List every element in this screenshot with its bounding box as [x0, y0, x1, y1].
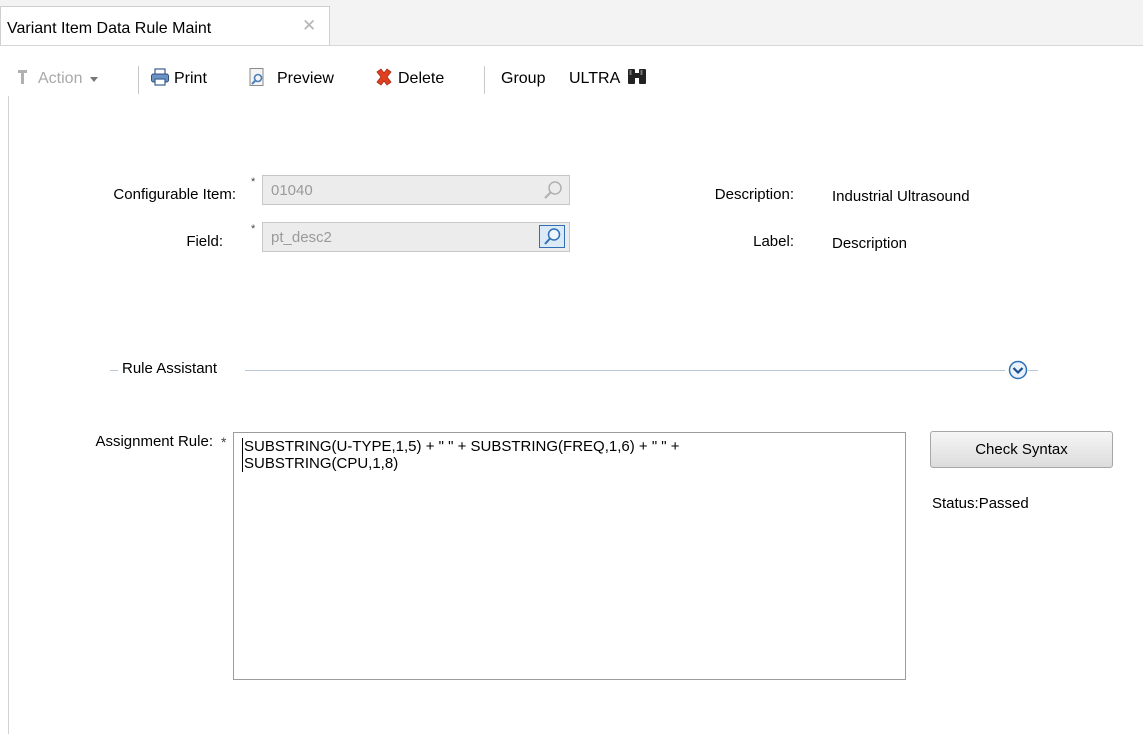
print-button[interactable]: Print	[150, 67, 207, 92]
label-value: Description	[832, 235, 908, 252]
chevron-down-icon	[90, 70, 99, 88]
configurable-item-field[interactable]: 01040	[262, 175, 570, 205]
configurable-item-label: Configurable Item:	[113, 186, 236, 203]
toolbar: Action Print Preview Delete Group ULTRA	[0, 62, 1143, 96]
label-label: Label:	[753, 233, 794, 250]
assignment-rule-text: SUBSTRING(U-TYPE,1,5) + " " + SUBSTRING(…	[242, 438, 894, 472]
tab-variant-item-data-rule-maint[interactable]: Variant Item Data Rule Maint ✕	[0, 6, 330, 45]
printer-icon	[150, 67, 170, 92]
group-button[interactable]: Group	[501, 68, 545, 90]
configurable-item-value: 01040	[271, 182, 313, 199]
tab-strip: Variant Item Data Rule Maint ✕	[0, 0, 1143, 46]
rule-assistant-divider	[245, 370, 1005, 371]
assignment-rule-textarea[interactable]: SUBSTRING(U-TYPE,1,5) + " " + SUBSTRING(…	[233, 432, 906, 680]
ultra-label: ULTRA	[569, 70, 621, 87]
action-menu-button[interactable]: Action	[18, 68, 99, 91]
preview-icon	[247, 67, 267, 92]
action-icon	[18, 68, 30, 91]
window: Variant Item Data Rule Maint ✕ Action Pr…	[0, 0, 1143, 734]
check-syntax-button[interactable]: Check Syntax	[930, 431, 1113, 468]
search-icon[interactable]	[541, 179, 565, 201]
field-value: pt_desc2	[271, 229, 332, 246]
ultra-button[interactable]: ULTRA	[569, 68, 648, 90]
rule-assistant-title: Rule Assistant	[122, 360, 218, 377]
field-label: Field:	[186, 233, 223, 250]
delete-button[interactable]: Delete	[374, 67, 445, 92]
print-label: Print	[174, 70, 207, 87]
description-label: Description:	[714, 186, 794, 203]
preview-label: Preview	[277, 70, 334, 87]
toolbar-separator	[138, 66, 139, 94]
delete-icon	[374, 67, 394, 92]
rule-assistant-divider-left	[110, 370, 118, 371]
binoculars-icon	[626, 67, 648, 92]
status-text: Status:Passed	[932, 495, 1029, 512]
delete-label: Delete	[398, 70, 445, 87]
action-label: Action	[38, 70, 83, 87]
content-left-border	[8, 96, 9, 734]
tab-close-icon[interactable]: ✕	[302, 17, 316, 35]
required-mark: *	[251, 176, 256, 188]
toolbar-separator	[484, 66, 485, 94]
expand-chevron-icon[interactable]	[1008, 360, 1028, 380]
required-mark: *	[221, 434, 227, 450]
tab-title: Variant Item Data Rule Maint	[7, 20, 212, 37]
preview-button[interactable]: Preview	[247, 67, 334, 92]
lookup-search-icon[interactable]	[539, 225, 565, 248]
required-mark: *	[251, 223, 256, 235]
rule-assistant-divider-right	[1028, 370, 1038, 371]
field-input[interactable]: pt_desc2	[262, 222, 570, 252]
description-value: Industrial Ultrasound	[832, 188, 970, 205]
group-label: Group	[501, 70, 546, 87]
assignment-rule-label: Assignment Rule:	[95, 433, 213, 450]
